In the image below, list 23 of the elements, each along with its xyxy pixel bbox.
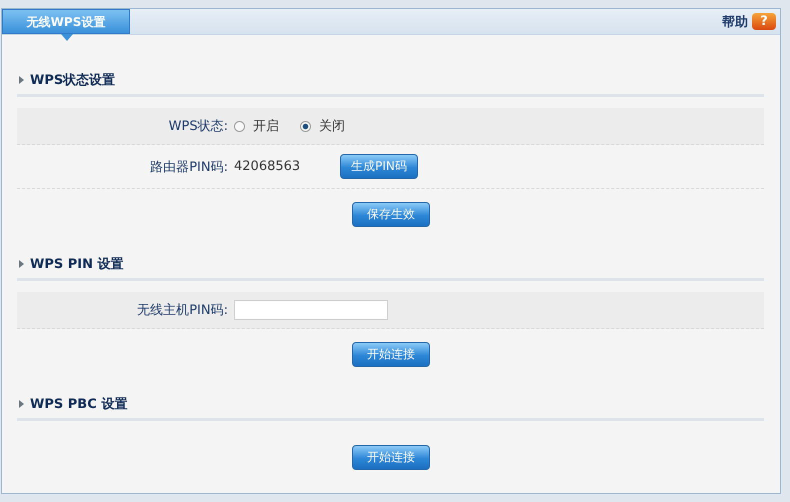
- pointer-icon: [61, 34, 73, 41]
- section-title: WPS PBC 设置: [30, 396, 128, 413]
- triangle-icon: [19, 76, 24, 84]
- help-link[interactable]: 帮助: [722, 12, 748, 30]
- section-title: WPS状态设置: [30, 72, 116, 89]
- action-button[interactable]: 开始连接: [352, 445, 430, 470]
- radio-label: 开启: [253, 118, 279, 135]
- pin-value: 42068563: [234, 159, 302, 174]
- action-button[interactable]: 开始连接: [352, 342, 430, 367]
- help-icon[interactable]: ?: [752, 13, 776, 30]
- tab[interactable]: 无线WPS设置: [2, 9, 130, 34]
- section-title: WPS PIN 设置: [30, 256, 124, 273]
- action-button[interactable]: 保存生效: [352, 202, 430, 227]
- generate-button[interactable]: 生成PIN码: [340, 154, 418, 179]
- radio-label: 关闭: [319, 118, 345, 135]
- field-label: 无线主机PIN码:: [136, 302, 228, 319]
- field-label: 路由器PIN码:: [149, 158, 228, 176]
- input-field[interactable]: [234, 300, 388, 320]
- field-label: WPS状态:: [168, 118, 228, 135]
- radio-button[interactable]: [300, 120, 311, 132]
- radio-button[interactable]: [234, 120, 245, 132]
- triangle-icon: [19, 260, 24, 268]
- triangle-icon: [19, 400, 24, 408]
